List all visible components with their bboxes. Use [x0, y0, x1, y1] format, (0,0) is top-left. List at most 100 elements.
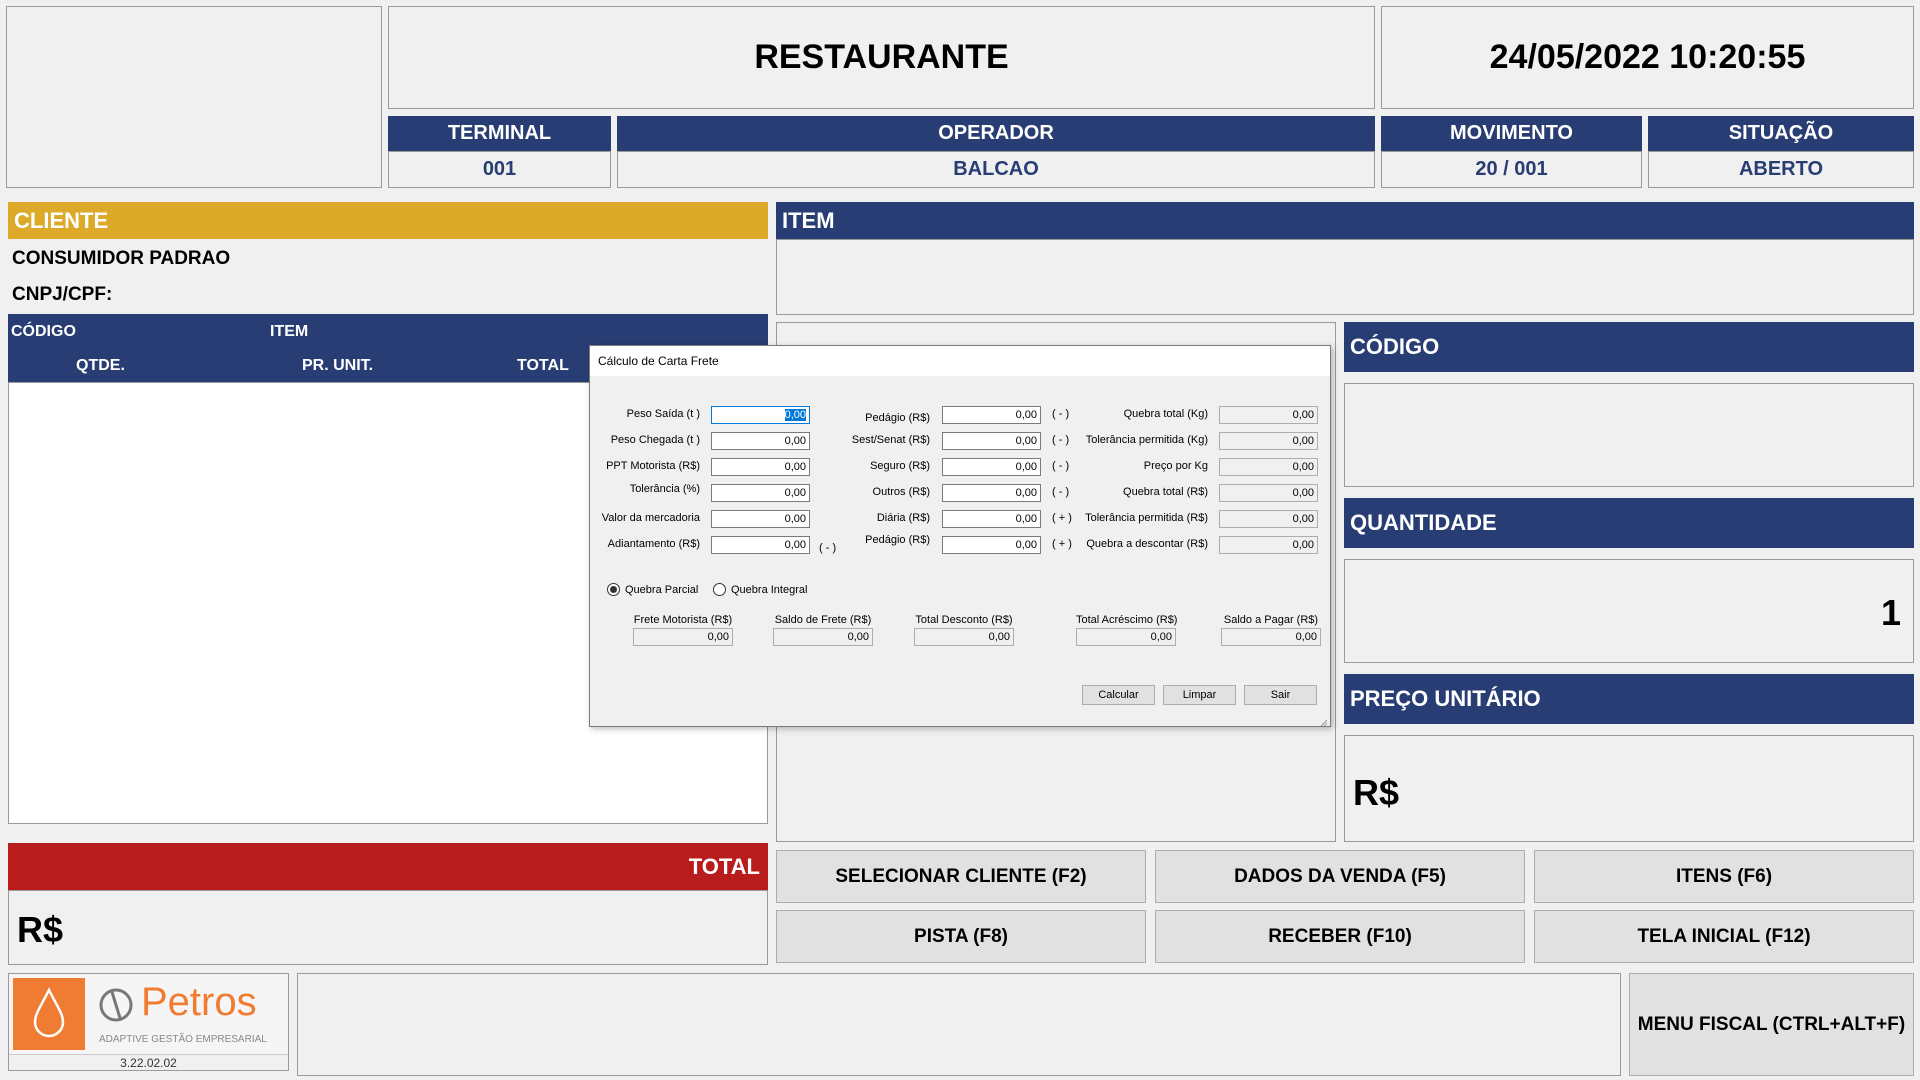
col1-label-4: Valor da mercadoria: [601, 512, 700, 524]
col2-input-1[interactable]: 0,00: [942, 432, 1041, 450]
col3-label-5: Quebra a descontar (R$): [1086, 538, 1208, 550]
message-area: [297, 973, 1621, 1076]
bottom-label-1: Saldo de Frete (R$): [774, 614, 872, 626]
col3-input-2[interactable]: 0,00: [1219, 458, 1318, 476]
resize-grip-icon[interactable]: [1318, 714, 1328, 727]
col3-label-4: Tolerância permitida (R$): [1085, 512, 1208, 524]
radio-quebra-integral[interactable]: Quebra Integral: [713, 583, 807, 596]
bottom-field-3: Total Acréscimo (R$) 0,00: [1076, 614, 1178, 646]
col3-input-0[interactable]: 0,00: [1219, 406, 1318, 424]
radio-quebra-parcial[interactable]: Quebra Parcial: [607, 583, 698, 596]
col2-label-2: Seguro (R$): [870, 460, 930, 472]
datetime-display: 24/05/2022 10:20:55: [1381, 6, 1914, 109]
col1-label-3: Tolerância (%): [629, 483, 700, 495]
total-value: R$: [17, 909, 64, 950]
col2-sign-1: ( - ): [1052, 434, 1070, 446]
quantidade-value: 1: [1880, 592, 1901, 633]
version-bar: 3.22.02.02: [9, 1054, 288, 1070]
sair-button[interactable]: Sair: [1244, 685, 1317, 705]
col3-label-3: Quebra total (R$): [1123, 486, 1208, 498]
col1-label-5: Adiantamento (R$): [607, 538, 700, 550]
operador-label: OPERADOR: [617, 116, 1375, 151]
col3-input-3[interactable]: 0,00: [1219, 484, 1318, 502]
col1-label-1: Peso Chegada (t ): [610, 434, 700, 446]
bottom-input-2[interactable]: 0,00: [914, 628, 1014, 646]
tela-inicial-button[interactable]: TELA INICIAL (F12): [1534, 910, 1914, 963]
radio-checked-icon: [607, 583, 620, 596]
dados-venda-button[interactable]: DADOS DA VENDA (F5): [1155, 850, 1525, 903]
preco-header: PREÇO UNITÁRIO: [1344, 674, 1914, 724]
col3-label-2: Preço por Kg: [1143, 460, 1208, 472]
col1-input-0[interactable]: 0,00: [711, 406, 810, 424]
quantidade-box[interactable]: 1: [1344, 559, 1914, 663]
col-qtde: QTDE.: [76, 357, 125, 374]
preco-value: R$: [1353, 772, 1400, 813]
selecionar-cliente-button[interactable]: SELECIONAR CLIENTE (F2): [776, 850, 1146, 903]
bottom-input-3[interactable]: 0,00: [1076, 628, 1176, 646]
item-description-box: [776, 239, 1914, 315]
col1-input-4[interactable]: 0,00: [711, 510, 810, 528]
col3-input-1[interactable]: 0,00: [1219, 432, 1318, 450]
limpar-button[interactable]: Limpar: [1163, 685, 1236, 705]
bottom-label-2: Total Desconto (R$): [915, 614, 1013, 626]
page-title: RESTAURANTE: [388, 6, 1375, 109]
operador-value: BALCAO: [617, 151, 1375, 188]
situacao-value: ABERTO: [1648, 151, 1914, 188]
cliente-cnpj-label: CNPJ/CPF:: [12, 284, 113, 305]
col3-input-5[interactable]: 0,00: [1219, 536, 1318, 554]
total-value-box: R$: [8, 890, 768, 965]
radio-unchecked-icon: [713, 583, 726, 596]
codigo-input-box[interactable]: [1344, 383, 1914, 487]
col2-sign-0: ( - ): [1052, 408, 1070, 420]
col1-input-3[interactable]: 0,00: [711, 484, 810, 502]
col-codigo: CÓDIGO: [11, 323, 76, 340]
col2-sign-2: ( - ): [1052, 460, 1070, 472]
bottom-field-4: Saldo a Pagar (R$) 0,00: [1221, 614, 1321, 646]
radio-quebra-integral-label: Quebra Integral: [731, 583, 808, 596]
calcular-button[interactable]: Calcular: [1082, 685, 1155, 705]
col1-input-2[interactable]: 0,00: [711, 458, 810, 476]
col3-input-4[interactable]: 0,00: [1219, 510, 1318, 528]
dialog-titlebar[interactable]: Cálculo de Carta Frete: [590, 346, 1330, 376]
itens-button[interactable]: ITENS (F6): [1534, 850, 1914, 903]
col3-label-0: Quebra total (Kg): [1123, 408, 1208, 420]
col1-input-5[interactable]: 0,00: [711, 536, 810, 554]
carta-frete-dialog: Cálculo de Carta Frete Peso Saída (t ) 0,…: [589, 345, 1331, 727]
col2-label-3: Outros (R$): [872, 486, 930, 498]
col-total: TOTAL: [517, 357, 569, 374]
col1-sign-5: ( - ): [819, 542, 837, 554]
bottom-input-1[interactable]: 0,00: [773, 628, 873, 646]
quantidade-header: QUANTIDADE: [1344, 498, 1914, 548]
terminal-value: 001: [388, 151, 611, 188]
col2-label-4: Diária (R$): [876, 512, 930, 524]
version-text: 3.22.02.02: [120, 1055, 177, 1070]
bottom-input-0[interactable]: 0,00: [633, 628, 733, 646]
bottom-field-2: Total Desconto (R$) 0,00: [914, 614, 1014, 646]
logo-tagline: ADAPTIVE GESTÃO EMPRESARIAL: [99, 1034, 267, 1045]
preco-box: R$: [1344, 735, 1914, 842]
situacao-label: SITUAÇÃO: [1648, 116, 1914, 151]
menu-fiscal-button[interactable]: MENU FISCAL (CTRL+ALT+F): [1629, 973, 1914, 1076]
pista-button[interactable]: PISTA (F8): [776, 910, 1146, 963]
cliente-name: CONSUMIDOR PADRAO: [12, 248, 231, 269]
movimento-label: MOVIMENTO: [1381, 116, 1642, 151]
cliente-header: CLIENTE: [8, 202, 768, 239]
col2-input-2[interactable]: 0,00: [942, 458, 1041, 476]
bottom-label-3: Total Acréscimo (R$): [1076, 614, 1178, 626]
bottom-field-1: Saldo de Frete (R$) 0,00: [773, 614, 873, 646]
col2-input-3[interactable]: 0,00: [942, 484, 1041, 502]
bottom-input-4[interactable]: 0,00: [1221, 628, 1321, 646]
receber-button[interactable]: RECEBER (F10): [1155, 910, 1525, 963]
col2-input-5[interactable]: 0,00: [942, 536, 1041, 554]
logo-area-top: [6, 6, 382, 188]
col2-input-0[interactable]: 0,00: [942, 406, 1041, 424]
item-header: ITEM: [776, 202, 1914, 239]
col2-sign-3: ( - ): [1052, 486, 1070, 498]
col1-label-2: PPT Motorista (R$): [606, 460, 700, 472]
total-header: TOTAL: [8, 843, 768, 890]
radio-quebra-parcial-label: Quebra Parcial: [625, 583, 699, 596]
col-pr-unit: PR. UNIT.: [302, 357, 374, 374]
col1-input-1[interactable]: 0,00: [711, 432, 810, 450]
logo-drop-icon: [13, 978, 85, 1050]
col2-input-4[interactable]: 0,00: [942, 510, 1041, 528]
